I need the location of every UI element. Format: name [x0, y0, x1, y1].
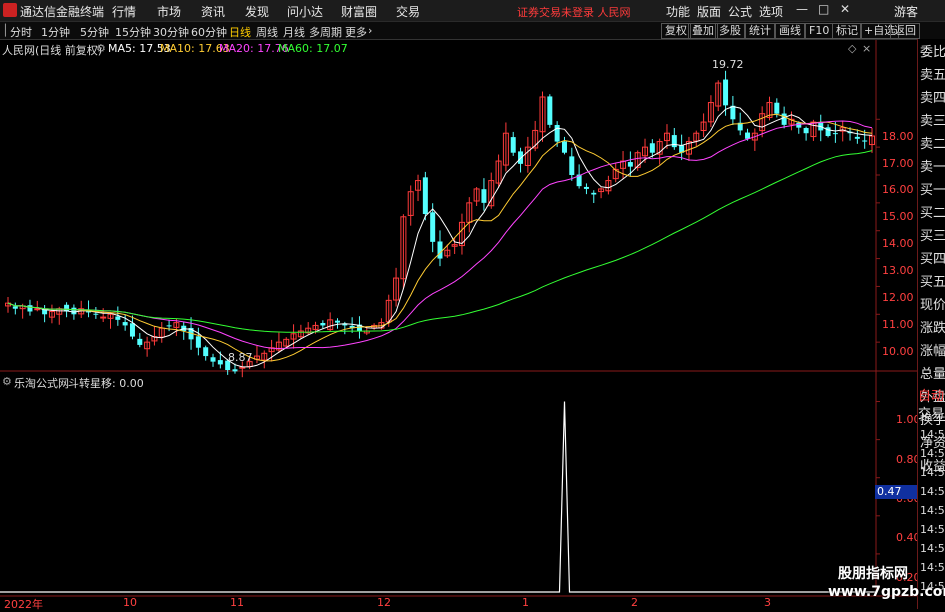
trade-time: 14:56: [920, 523, 945, 536]
low-price-label: 8.87: [228, 351, 253, 364]
y-tick: 14.00: [882, 237, 914, 250]
panel-item[interactable]: 买四: [920, 248, 945, 272]
y-tick: 16.00: [882, 183, 914, 196]
candle-body: [71, 307, 77, 315]
trade-time: 14:56: [920, 504, 945, 517]
kline-chart[interactable]: [0, 0, 945, 609]
candle-body: [510, 137, 516, 153]
candle-body: [93, 313, 99, 315]
panel-item[interactable]: 现价: [920, 294, 945, 318]
panel-item[interactable]: 买五: [920, 271, 945, 295]
candle-body: [671, 135, 677, 148]
panel-item[interactable]: 买一: [920, 179, 945, 203]
candle-body: [547, 96, 553, 125]
x-tick: 1: [522, 596, 529, 609]
candle-body: [27, 305, 33, 312]
signal-line: [0, 401, 876, 593]
watermark-url: www.7gpzb.com: [828, 584, 945, 600]
candle-body: [723, 79, 729, 106]
panel-item[interactable]: 卖一: [920, 156, 945, 180]
panel-item[interactable]: 买二: [920, 202, 945, 226]
panel-item[interactable]: 涨跌: [920, 317, 945, 341]
candle-body: [129, 323, 135, 337]
auto-trade-label[interactable]: 自动: [918, 385, 944, 404]
candle-body: [803, 127, 809, 134]
watermark-title: 股朋指标网: [838, 566, 908, 582]
candle-body: [166, 325, 172, 327]
candle-body: [561, 141, 567, 153]
candle-body: [334, 320, 340, 323]
panel-item[interactable]: 涨幅: [920, 340, 945, 364]
panel-item[interactable]: 卖五: [920, 64, 945, 88]
trade-time: 14:56: [920, 485, 945, 498]
candle-body: [649, 143, 655, 153]
candle-body: [481, 189, 487, 203]
current-value-tag: 0.47: [875, 485, 919, 499]
candle-body: [569, 156, 575, 175]
candle-body: [210, 357, 216, 362]
candle-body: [12, 306, 18, 309]
indicator-layer: [0, 401, 880, 593]
candle-body: [774, 102, 780, 114]
candle-body: [854, 136, 860, 139]
candle-body: [217, 360, 223, 365]
candle-body: [137, 338, 143, 345]
candle-body: [122, 322, 128, 326]
x-tick: 10: [123, 596, 137, 609]
x-tick: 2: [631, 596, 638, 609]
y-tick: 13.00: [882, 264, 914, 277]
candle-body: [320, 323, 326, 326]
y-tick: 18.00: [882, 130, 914, 143]
candle-body: [195, 336, 201, 348]
x-tick: 12: [377, 596, 391, 609]
panel-item[interactable]: 买三: [920, 225, 945, 249]
candle-body: [422, 177, 428, 214]
trade-time: 14:56: [920, 428, 945, 441]
candle-body: [554, 124, 560, 142]
trade-time: 14:56: [920, 561, 945, 574]
watermark: 股朋指标网 www.7gpzb.com: [828, 565, 945, 601]
candle-body: [203, 347, 209, 357]
candles-layer: [5, 70, 875, 378]
candle-body: [115, 316, 121, 320]
candle-body: [796, 122, 802, 128]
panel-item[interactable]: 总量: [920, 363, 945, 387]
auto-trade-label-2[interactable]: 交易: [918, 403, 944, 422]
panel-item[interactable]: 卖三: [920, 110, 945, 134]
candle-body: [862, 140, 868, 142]
high-price-label: 19.72: [712, 58, 744, 71]
trade-time: 14:56: [920, 447, 945, 460]
x-tick: 3: [764, 596, 771, 609]
trade-time: 14:56: [920, 542, 945, 555]
panel-item[interactable]: 卖四: [920, 87, 945, 111]
candle-body: [627, 162, 633, 167]
y-tick: 17.00: [882, 157, 914, 170]
candle-body: [832, 133, 838, 135]
y-tick: 12.00: [882, 291, 914, 304]
x-tick: 11: [230, 596, 244, 609]
panel-item[interactable]: 卖二: [920, 133, 945, 157]
candle-body: [745, 132, 751, 139]
candle-body: [591, 192, 597, 195]
candle-body: [437, 241, 443, 259]
candle-body: [34, 308, 41, 311]
candle-body: [730, 105, 736, 120]
panel-item[interactable]: 委比: [920, 41, 945, 65]
x-tick: 2022年: [4, 598, 43, 611]
candle-body: [430, 212, 436, 242]
trade-time: 14:56: [920, 466, 945, 479]
candle-body: [583, 186, 589, 189]
chart-frame: [0, 40, 917, 597]
candle-body: [100, 316, 107, 319]
y-tick: 15.00: [882, 210, 914, 223]
candle-body: [781, 113, 787, 125]
candle-body: [232, 369, 238, 372]
y-tick: 11.00: [882, 318, 914, 331]
y-tick: 10.00: [882, 345, 914, 358]
